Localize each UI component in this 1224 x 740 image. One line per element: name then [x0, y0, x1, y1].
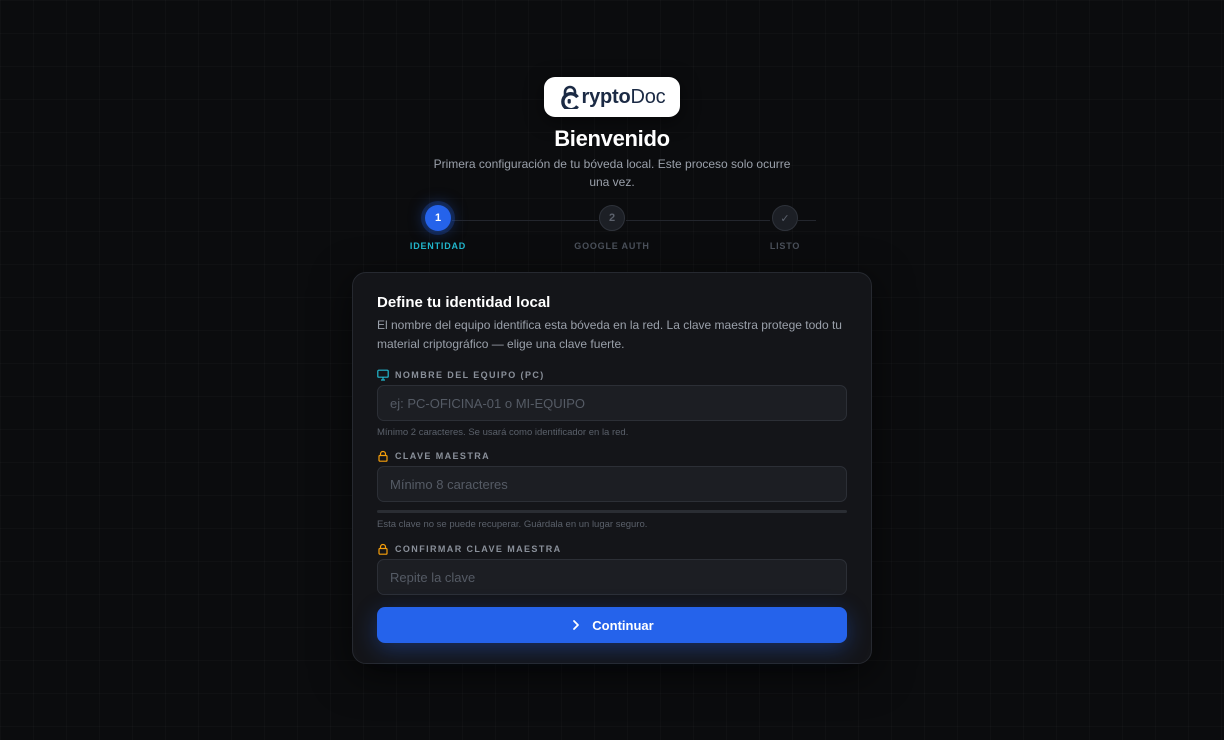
continue-button[interactable]: Continuar	[377, 607, 847, 643]
confirm-key-label: CONFIRMAR CLAVE MAESTRA	[377, 543, 562, 555]
page-title: Bienvenido	[554, 126, 670, 151]
padlock-c-icon	[560, 85, 579, 109]
continue-button-label: Continuar	[592, 617, 654, 633]
monitor-icon	[377, 369, 389, 381]
step-listo: ✓ LISTO	[715, 205, 855, 251]
device-name-label-text: NOMBRE DEL EQUIPO (PC)	[395, 370, 545, 380]
password-strength-bar	[377, 510, 847, 513]
step-identidad: 1 IDENTIDAD	[368, 205, 508, 251]
device-name-hint: Mínimo 2 caracteres. Se usará como ident…	[377, 427, 629, 438]
step-label: LISTO	[769, 241, 801, 251]
step-google-auth: 2 GOOGLE AUTH	[542, 205, 682, 251]
logo: ryptoDoc	[544, 77, 680, 117]
identity-form-card: Define tu identidad local El nombre del …	[352, 272, 872, 664]
checkmark-icon: ✓	[772, 205, 798, 231]
lock-icon	[378, 450, 388, 462]
logo-text: ryptoDoc	[581, 86, 666, 108]
confirm-key-label-text: CONFIRMAR CLAVE MAESTRA	[395, 544, 562, 554]
setup-stepper: 1 IDENTIDAD 2 GOOGLE AUTH ✓ LISTO	[0, 205, 1224, 265]
master-key-hint: Esta clave no se puede recuperar. Guárda…	[377, 519, 648, 530]
form-title: Define tu identidad local	[377, 294, 551, 311]
confirm-key-input[interactable]	[377, 559, 847, 595]
form-description: El nombre del equipo identifica esta bóv…	[377, 318, 842, 351]
master-key-input[interactable]	[377, 466, 847, 502]
page-subtitle: Primera configuración de tu bóveda local…	[433, 157, 791, 189]
device-name-input[interactable]	[377, 385, 847, 421]
step-label: IDENTIDAD	[409, 241, 467, 251]
step-number: 2	[599, 205, 625, 231]
device-name-label: NOMBRE DEL EQUIPO (PC)	[377, 369, 545, 381]
step-number: 1	[425, 205, 451, 231]
lock-icon	[378, 543, 388, 555]
chevron-right-icon	[573, 620, 580, 630]
step-label: GOOGLE AUTH	[574, 241, 650, 251]
master-key-label: CLAVE MAESTRA	[377, 450, 490, 462]
master-key-label-text: CLAVE MAESTRA	[395, 451, 491, 461]
